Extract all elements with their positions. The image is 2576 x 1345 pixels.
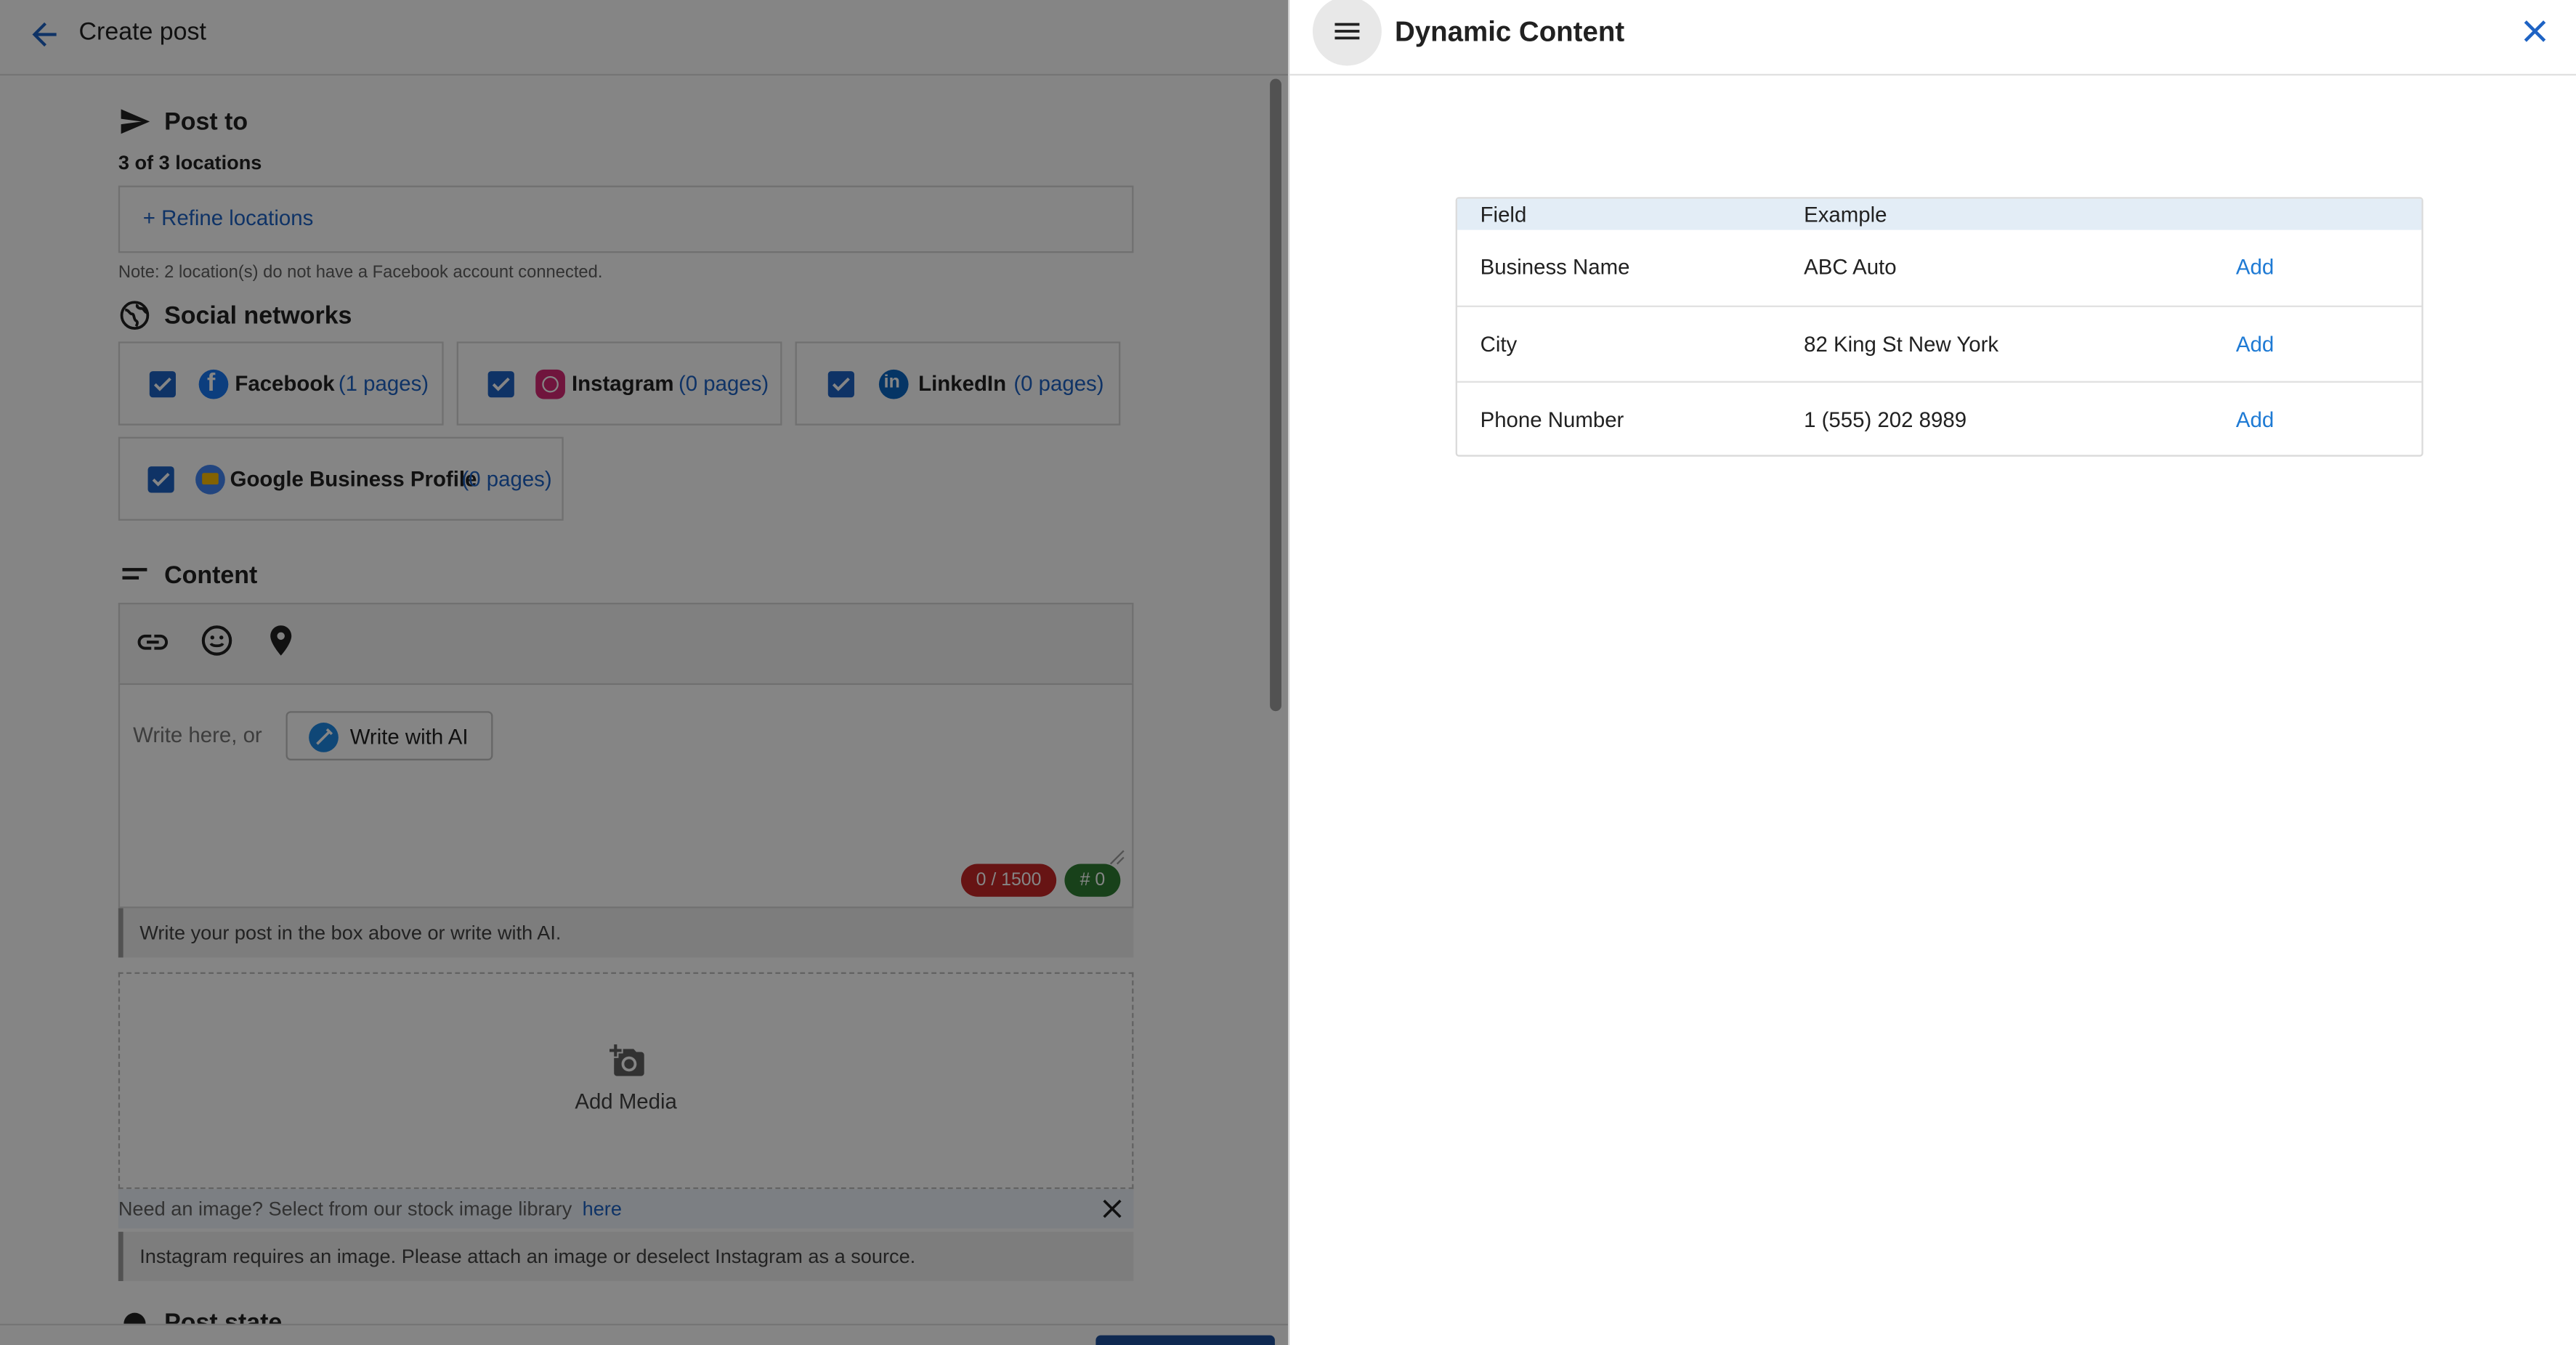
field-example: 82 King St New York xyxy=(1804,331,1999,357)
field-example: 1 (555) 202 8989 xyxy=(1804,407,1967,432)
field-name: Business Name xyxy=(1480,254,1630,280)
table-row: Phone Number 1 (555) 202 8989 Add xyxy=(1457,381,2422,458)
panel-header: Dynamic Content xyxy=(1289,0,2576,76)
add-city-link[interactable]: Add xyxy=(2236,332,2274,357)
table-row: City 82 King St New York Add xyxy=(1457,305,2422,383)
close-panel-icon[interactable] xyxy=(2519,15,2551,47)
menu-button[interactable] xyxy=(1312,0,1382,66)
create-post-page: Create post Post to 3 of 3 locations + R… xyxy=(0,0,1289,1345)
table-header: Field Example xyxy=(1457,198,2422,230)
app-viewport: Create post Post to 3 of 3 locations + R… xyxy=(0,0,2576,1345)
field-name: City xyxy=(1480,331,1518,357)
add-business-name-link[interactable]: Add xyxy=(2236,255,2274,280)
field-name: Phone Number xyxy=(1480,407,1624,432)
field-example: ABC Auto xyxy=(1804,254,1897,280)
column-header-field: Field xyxy=(1480,202,1527,227)
panel-title: Dynamic Content xyxy=(1394,16,1625,48)
column-header-example: Example xyxy=(1804,202,1887,227)
add-phone-number-link[interactable]: Add xyxy=(2236,407,2274,432)
hamburger-menu-icon xyxy=(1334,23,1360,40)
modal-backdrop[interactable] xyxy=(0,0,1289,1345)
dynamic-fields-table: Field Example Business Name ABC Auto Add… xyxy=(1455,197,2423,458)
table-row: Business Name ABC Auto Add xyxy=(1457,230,2421,306)
dynamic-content-panel: Dynamic Content Field Example Business N… xyxy=(1288,0,2576,1345)
